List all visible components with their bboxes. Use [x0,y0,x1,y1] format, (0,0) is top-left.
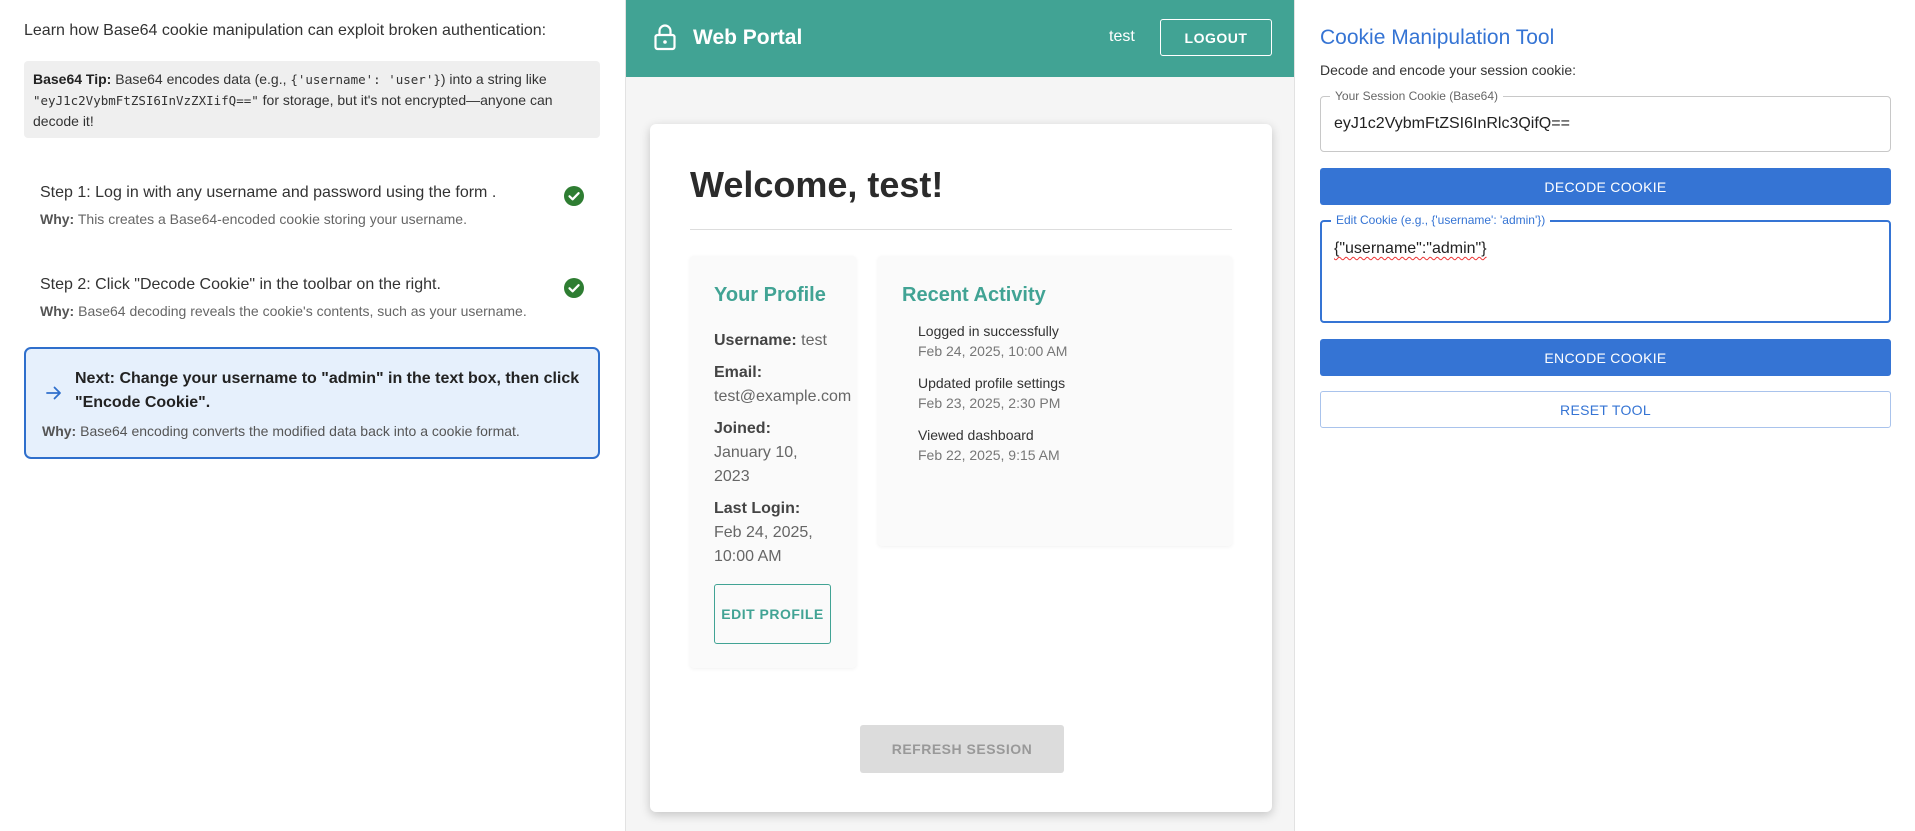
lock-icon [654,24,676,51]
tip-code-2: "eyJ1c2VybmFtZSI6InVzZXIifQ==" [33,93,259,108]
refresh-session-button[interactable]: REFRESH SESSION [860,725,1064,773]
joined-label: Joined: [714,420,771,437]
next-step-why-text: Base64 encoding converts the modified da… [76,423,520,439]
edit-cookie-field[interactable]: Edit Cookie (e.g., {'username': 'admin'}… [1320,213,1891,323]
step-2-title: Step 2: Click "Decode Cookie" in the too… [40,276,441,293]
dashboard-card: Welcome, test! Your Profile Username: te… [650,124,1272,812]
session-cookie-legend: Your Session Cookie (Base64) [1330,89,1503,103]
edit-profile-button[interactable]: EDIT PROFILE [714,584,831,644]
step-1-title: Step 1: Log in with any username and pas… [40,184,497,201]
edit-cookie-value: {"username":"admin"} [1334,240,1487,257]
profile-email: Email: test@example.com [714,361,856,409]
activity-title: Recent Activity [902,284,1046,306]
step-2-why: Why: Base64 decoding reveals the cookie'… [40,303,584,319]
activity-date: Feb 23, 2025, 2:30 PM [918,395,1061,411]
email-label: Email: [714,364,763,381]
welcome-heading: Welcome, test! [690,164,944,205]
current-user: test [1109,28,1135,45]
activity-item: Updated profile settings Feb 23, 2025, 2… [918,375,1232,411]
reset-tool-button[interactable]: RESET TOOL [1320,391,1891,428]
profile-title: Your Profile [714,284,826,306]
step-2-why-label: Why: [40,303,75,319]
step-1-why-label: Why: [40,211,75,227]
edit-cookie-legend: Edit Cookie (e.g., {'username': 'admin'}… [1331,213,1551,227]
joined-value: January 10, 2023 [714,444,798,485]
logout-button[interactable]: LOGOUT [1160,19,1272,56]
username-value: test [801,332,827,349]
last-login-value: Feb 24, 2025, 10:00 AM [714,524,813,565]
activity-date: Feb 24, 2025, 10:00 AM [918,343,1068,359]
check-circle-icon [564,278,584,298]
profile-panel: Your Profile Username: test Email: test@e… [690,256,856,668]
activity-item: Viewed dashboard Feb 22, 2025, 9:15 AM [918,427,1232,463]
intro-text: Learn how Base64 cookie manipulation can… [24,22,547,39]
tip-code-1: {'username': 'user'} [290,72,441,87]
base64-tip: Base64 Tip: Base64 encodes data (e.g., {… [24,61,600,138]
activity-action: Logged in successfully [918,323,1059,339]
last-login-label: Last Login: [714,500,801,517]
next-step-callout: Next: Change your username to "admin" in… [24,347,600,459]
instructions-panel: Learn how Base64 cookie manipulation can… [0,0,625,831]
encode-cookie-button[interactable]: ENCODE COOKIE [1320,339,1891,376]
username-label: Username: [714,332,797,349]
web-portal: Web Portal test LOGOUT Welcome, test! Yo… [625,0,1295,831]
email-value: test@example.com [714,388,852,405]
session-cookie-field[interactable]: Your Session Cookie (Base64) eyJ1c2VybmF… [1320,89,1891,152]
portal-header: Web Portal test LOGOUT [626,0,1294,77]
activity-item: Logged in successfully Feb 24, 2025, 10:… [918,323,1232,359]
divider [690,229,1232,230]
step-2: Step 2: Click "Decode Cookie" in the too… [24,276,600,319]
profile-joined: Joined: January 10, 2023 [714,417,856,489]
step-1-why: Why: This creates a Base64-encoded cooki… [40,211,584,227]
tip-text-2: ) into a string like [440,71,547,87]
step-1-why-text: This creates a Base64-encoded cookie sto… [74,211,467,227]
tip-text-1: Base64 encodes data (e.g., [111,71,291,87]
session-cookie-value: eyJ1c2VybmFtZSI6InRlc3QifQ== [1334,115,1570,132]
activity-date: Feb 22, 2025, 9:15 AM [918,447,1060,463]
tool-title: Cookie Manipulation Tool [1320,26,1555,49]
profile-username: Username: test [714,329,856,353]
portal-brand: Web Portal [693,26,803,49]
profile-last-login: Last Login: Feb 24, 2025, 10:00 AM [714,497,856,569]
activity-action: Updated profile settings [918,375,1066,391]
activity-panel: Recent Activity Logged in successfully F… [878,256,1232,546]
next-step-title: Next: Change your username to "admin" in… [75,370,580,411]
activity-action: Viewed dashboard [918,427,1034,443]
step-1: Step 1: Log in with any username and pas… [24,184,600,227]
step-2-why-text: Base64 decoding reveals the cookie's con… [74,303,527,319]
next-step-why: Why: Base64 encoding converts the modifi… [42,423,582,439]
decode-cookie-button[interactable]: DECODE COOKIE [1320,168,1891,205]
next-step-why-label: Why: [42,423,77,439]
arrow-right-icon [46,386,61,400]
tip-label: Base64 Tip: [33,71,112,87]
cookie-tool-panel: Cookie Manipulation Tool Decode and enco… [1295,0,1915,831]
tool-subtitle: Decode and encode your session cookie: [1320,62,1577,78]
check-circle-icon [564,186,584,206]
